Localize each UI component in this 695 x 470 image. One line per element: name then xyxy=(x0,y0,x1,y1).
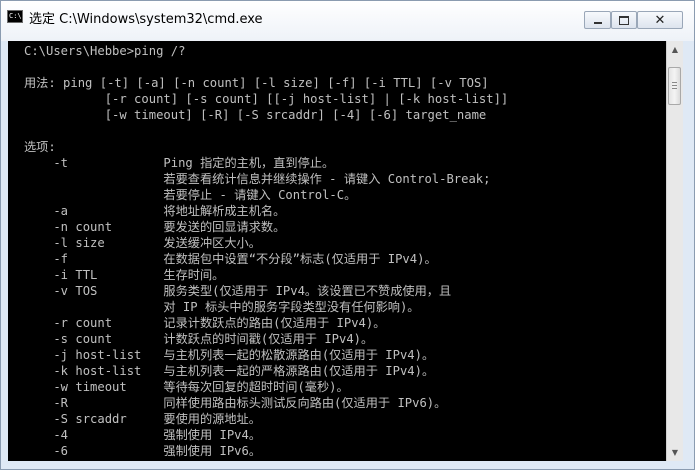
console-line: -4 强制使用 IPv4。 xyxy=(24,428,262,442)
console-line: [-w timeout] [-R] [-S srcaddr] [-4] [-6]… xyxy=(24,108,487,122)
console-line: 用法: ping [-t] [-a] [-n count] [-l size] … xyxy=(24,76,489,90)
console-text: C:\Users\Hebbe>ping /? 用法: ping [-t] [-a… xyxy=(8,41,666,459)
grip-line xyxy=(672,85,677,86)
console-line: -6 强制使用 IPv6。 xyxy=(24,444,262,458)
close-button[interactable]: ✕ xyxy=(637,11,683,29)
close-icon: ✕ xyxy=(654,12,666,28)
arrow-up-icon: ▲ xyxy=(671,45,679,54)
grip-line xyxy=(672,88,677,89)
console-line: -w timeout 等待每次回复的超时时间(毫秒)。 xyxy=(24,380,349,394)
minimize-button[interactable] xyxy=(584,11,611,29)
scroll-down-button[interactable]: ▼ xyxy=(667,444,683,461)
scrollbar-thumb[interactable] xyxy=(668,67,681,105)
console-line: -n count 要发送的回显请求数。 xyxy=(24,220,286,234)
console-line: -v TOS 服务类型(仅适用于 IPv4。该设置已不赞成使用，且 xyxy=(24,284,452,298)
window-title: 选定 C:\Windows\system32\cmd.exe xyxy=(29,12,263,27)
console-line: -f 在数据包中设置“不分段”标志(仅适用于 IPv4)。 xyxy=(24,252,437,266)
scroll-up-button[interactable]: ▲ xyxy=(667,41,683,58)
vertical-scrollbar[interactable]: ▲ ▼ xyxy=(666,41,683,461)
console-line: -a 将地址解析成主机名。 xyxy=(24,204,286,218)
console-line: -R 同样使用路由标头测试反向路由(仅适用于 IPv6)。 xyxy=(24,396,447,410)
minimize-icon xyxy=(593,22,602,24)
console-line: 若要停止 - 请键入 Control-C。 xyxy=(24,188,357,202)
maximize-icon xyxy=(619,15,629,25)
console-line: -i TTL 生存时间。 xyxy=(24,268,225,282)
arrow-down-icon: ▼ xyxy=(671,448,679,457)
console-line: -j host-list 与主机列表一起的松散源路由(仅适用于 IPv4)。 xyxy=(24,348,435,362)
console-output[interactable]: C:\Users\Hebbe>ping /? 用法: ping [-t] [-a… xyxy=(8,41,666,461)
maximize-button[interactable] xyxy=(611,11,637,29)
console-line: 若要查看统计信息并继续操作 - 请键入 Control-Break; xyxy=(24,172,491,186)
console-line: -t Ping 指定的主机，直到停止。 xyxy=(24,156,335,170)
console-line: -r count 记录计数跃点的路由(仅适用于 IPv4)。 xyxy=(24,316,386,330)
console-line: -k host-list 与主机列表一起的严格源路由(仅适用于 IPv4)。 xyxy=(24,364,435,378)
console-line: C:\Users\Hebbe>ping /? xyxy=(24,44,186,58)
console-line: 对 IP 标头中的服务字段类型没有任何影响)。 xyxy=(24,300,420,314)
console-line: 选项: xyxy=(24,140,56,154)
grip-line xyxy=(672,82,677,83)
cmd-window: C:\ 选定 C:\Windows\system32\cmd.exe ✕ C:\… xyxy=(0,0,695,470)
console-line: [-r count] [-s count] [[-j host-list] | … xyxy=(24,92,509,106)
console-line: -s count 计数跃点的时间戳(仅适用于 IPv4)。 xyxy=(24,332,374,346)
console-line: -l size 发送缓冲区大小。 xyxy=(24,236,261,250)
title-bar[interactable]: C:\ 选定 C:\Windows\system32\cmd.exe ✕ xyxy=(1,1,694,41)
cmd-app-icon[interactable]: C:\ xyxy=(7,10,23,23)
console-line: -S srcaddr 要使用的源地址。 xyxy=(24,412,261,426)
